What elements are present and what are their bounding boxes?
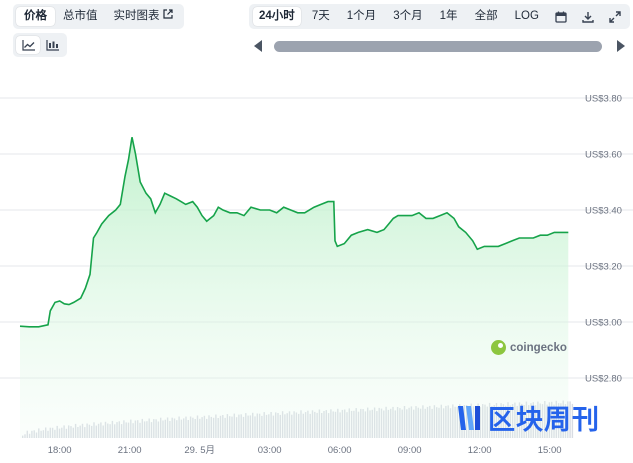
metric-tabs: 价格 总市值 实时图表 — [13, 4, 184, 29]
x-tick-label: 06:00 — [328, 445, 352, 456]
tab-market-cap-label: 总市值 — [63, 10, 98, 22]
price-area — [20, 137, 569, 438]
coingecko-brand: coingecko — [491, 340, 567, 355]
tab-1m[interactable]: 1个月 — [341, 7, 382, 26]
tab-live-chart[interactable]: 实时图表 — [106, 7, 181, 26]
watermark-text: 区块周刊 — [488, 405, 600, 436]
x-tick-label: 12:00 — [468, 445, 492, 456]
y-tick-label: US$3.20 — [585, 262, 622, 273]
tab-all[interactable]: 全部 — [469, 7, 504, 26]
calendar-icon[interactable] — [550, 7, 572, 26]
external-link-icon — [162, 9, 173, 22]
fullscreen-icon[interactable] — [604, 7, 626, 26]
x-tick-label: 09:00 — [398, 445, 422, 456]
tab-1m-label: 1个月 — [346, 10, 377, 22]
tab-log-label: LOG — [514, 10, 539, 22]
tab-24h[interactable]: 24小时 — [253, 7, 301, 26]
y-axis-labels: US$3.80 US$3.60 US$3.40 US$3.20 US$3.00 US$2.… — [585, 94, 622, 385]
range-tabs: 24小时 7天 1个月 3个月 1年 全部 LOG — [249, 4, 630, 29]
y-tick-label: US$2.80 — [585, 374, 622, 385]
candlestick-icon[interactable] — [40, 36, 64, 54]
y-tick-label: US$3.80 — [585, 94, 622, 105]
watermark-logo-icon — [458, 405, 480, 430]
y-tick-label: US$3.60 — [585, 150, 622, 161]
watermark: 区块周刊 — [456, 398, 600, 437]
x-tick-label: 03:00 — [258, 445, 282, 456]
line-chart-icon[interactable] — [16, 36, 40, 54]
x-tick-label: 15:00 — [538, 445, 562, 456]
range-navigator[interactable] — [249, 33, 630, 59]
scroll-right-icon[interactable] — [617, 40, 625, 52]
tab-all-label: 全部 — [474, 10, 498, 22]
x-tick-label: 21:00 — [118, 445, 142, 456]
tab-7d[interactable]: 7天 — [306, 7, 336, 26]
y-tick-label: US$3.00 — [585, 318, 622, 329]
x-tick-label: 18:00 — [48, 445, 72, 456]
chart-type-switch — [13, 33, 67, 57]
tab-3m-label: 3个月 — [393, 10, 423, 22]
tab-7d-label: 7天 — [311, 10, 330, 22]
coingecko-logo-icon — [491, 340, 506, 355]
tab-1y-label: 1年 — [439, 10, 458, 22]
tab-24h-label: 24小时 — [259, 10, 295, 22]
tab-log[interactable]: LOG — [509, 7, 545, 26]
tab-1y[interactable]: 1年 — [434, 7, 464, 26]
x-axis-labels: 18:00 21:00 29. 5月 03:00 06:00 09:00 12:00 15:0… — [48, 445, 562, 456]
tab-live-chart-label: 实时图表 — [113, 10, 160, 22]
x-tick-label: 29. 5月 — [184, 445, 215, 456]
tab-price-label: 价格 — [24, 10, 47, 22]
tab-market-cap[interactable]: 总市值 — [55, 7, 106, 26]
scroll-left-icon[interactable] — [254, 40, 262, 52]
tab-price[interactable]: 价格 — [16, 7, 55, 26]
tab-3m[interactable]: 3个月 — [387, 7, 428, 26]
y-tick-label: US$3.40 — [585, 206, 622, 217]
brand-name: coingecko — [510, 341, 567, 354]
scroll-thumb[interactable] — [274, 41, 602, 52]
download-icon[interactable] — [577, 7, 599, 26]
